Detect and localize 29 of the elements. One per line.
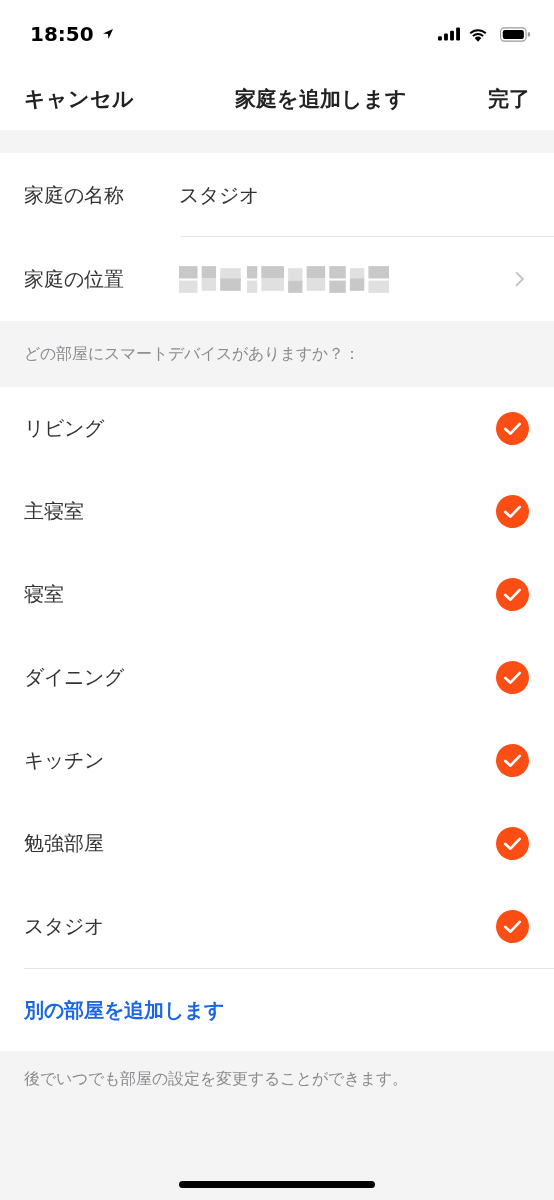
wifi-icon — [468, 26, 488, 42]
status-time: 18:50 — [30, 22, 94, 46]
room-name[interactable]: リビング — [24, 415, 104, 442]
checkmark-icon[interactable] — [496, 495, 529, 528]
checkmark-icon[interactable] — [496, 827, 529, 860]
signal-icon — [438, 27, 460, 41]
checkmark-icon[interactable] — [496, 661, 529, 694]
room-name[interactable]: 主寝室 — [24, 498, 84, 525]
checkmark-icon[interactable] — [496, 578, 529, 611]
location-arrow-icon — [101, 28, 114, 40]
checkmark-icon[interactable] — [496, 412, 529, 445]
checkmark-icon[interactable] — [496, 744, 529, 777]
section-header: どの部屋にスマートデバイスがありますか？： — [0, 321, 554, 387]
room-name[interactable]: ダイニング — [24, 664, 124, 691]
room-name[interactable]: キッチン — [24, 747, 104, 774]
add-room-link[interactable]: 別の部屋を追加します — [24, 996, 224, 1024]
checkmark-icon[interactable] — [496, 910, 529, 943]
done-button[interactable]: 完了 — [488, 85, 530, 113]
footer-note: 後でいつでも部屋の設定を変更することができます。 — [24, 1069, 409, 1090]
room-name[interactable]: 寝室 — [24, 581, 64, 608]
room-name[interactable]: スタジオ — [24, 913, 104, 940]
chevron-right-icon[interactable] — [515, 271, 524, 287]
name-field[interactable]: スタジオ — [179, 181, 259, 209]
battery-icon — [500, 26, 530, 42]
page-title: 家庭を追加します — [235, 86, 407, 113]
cancel-button[interactable]: キャンセル — [24, 85, 134, 113]
room-name[interactable]: 勉強部屋 — [24, 830, 104, 857]
field-label: 家庭の位置 — [24, 265, 125, 293]
field-label: 家庭の名称 — [24, 181, 125, 209]
